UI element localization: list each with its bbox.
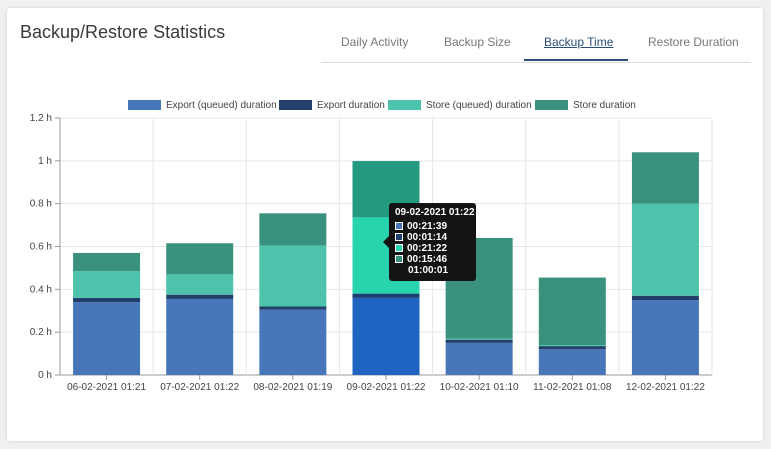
bar-segment[interactable] (259, 213, 327, 246)
tooltip-swatch (395, 222, 403, 230)
tooltip-row: 00:21:39 (395, 221, 447, 232)
bar-segment[interactable] (73, 252, 141, 272)
bar-segment[interactable] (445, 338, 513, 340)
tooltip-row: 00:21:22 (395, 243, 447, 254)
x-tick-label: 08-02-2021 01:19 (253, 382, 332, 393)
legend-swatch[interactable] (535, 100, 568, 110)
tooltip-title: 09-02-2021 01:22 (395, 207, 475, 218)
bar-segment[interactable] (166, 274, 234, 295)
bar-segment[interactable] (631, 203, 699, 296)
bar-segment[interactable] (445, 342, 513, 375)
tooltip-swatch (395, 244, 403, 252)
bar-segment[interactable] (352, 297, 420, 375)
legend-label[interactable]: Store duration (573, 100, 636, 111)
bar-segment[interactable] (538, 349, 606, 375)
tooltip-row: 00:01:14 (395, 232, 447, 243)
bar-segment[interactable] (631, 300, 699, 375)
bar-segment[interactable] (259, 245, 327, 307)
bar-segment[interactable] (538, 345, 606, 347)
y-tick-label: 0.4 h (30, 284, 52, 295)
bar-segment[interactable] (631, 152, 699, 204)
bar-segment[interactable] (166, 298, 234, 375)
bar-segment[interactable] (259, 309, 327, 375)
bar-segment[interactable] (166, 243, 234, 275)
bar-segment[interactable] (166, 294, 234, 299)
bar-segment[interactable] (445, 339, 513, 343)
tooltip-value: 00:15:46 (407, 254, 448, 265)
tooltip-total: 01:00:01 (408, 265, 449, 276)
y-tick-label: 0.8 h (30, 199, 52, 210)
legend-swatch[interactable] (128, 100, 161, 110)
y-tick-label: 1 h (38, 156, 52, 167)
tooltip-swatch (395, 255, 403, 263)
bar-segment[interactable] (538, 277, 606, 346)
tooltip-value: 00:21:39 (407, 221, 448, 232)
y-tick-label: 1.2 h (30, 113, 52, 124)
y-tick-label: 0.2 h (30, 327, 52, 338)
tooltip-row: 00:15:46 (395, 254, 447, 265)
x-tick-label: 11-02-2021 01:08 (533, 382, 612, 393)
tooltip-value: 00:01:14 (407, 232, 448, 243)
x-tick-label: 09-02-2021 01:22 (347, 382, 426, 393)
legend-swatch[interactable] (388, 100, 421, 110)
bar-segment[interactable] (259, 306, 327, 310)
legend-label[interactable]: Export duration (317, 100, 385, 111)
x-tick-label: 10-02-2021 01:10 (440, 382, 519, 393)
y-tick-label: 0 h (38, 370, 52, 381)
tooltip-arrow (383, 236, 389, 248)
bar-segment[interactable] (73, 297, 141, 303)
legend-swatch[interactable] (279, 100, 312, 110)
bar-segment[interactable] (73, 302, 141, 375)
x-tick-label: 06-02-2021 01:21 (67, 382, 146, 393)
bar-segment[interactable] (538, 346, 606, 350)
y-tick-label: 0.6 h (30, 242, 52, 253)
bar-segment[interactable] (631, 295, 699, 301)
legend-label[interactable]: Export (queued) duration (166, 100, 277, 111)
legend-label[interactable]: Store (queued) duration (426, 100, 532, 111)
x-tick-label: 07-02-2021 01:22 (160, 382, 239, 393)
tooltip-swatch (395, 233, 403, 241)
x-tick-label: 12-02-2021 01:22 (626, 382, 705, 393)
tooltip-value: 00:21:22 (407, 243, 448, 254)
bar-segment[interactable] (73, 271, 141, 298)
backup-time-chart: 0 h 0.2 h 0.4 h 0.6 h 0.8 h 1 h 1.2 h 06-02-202… (30, 100, 713, 393)
bar-segment[interactable] (352, 293, 420, 298)
chart-tooltip: 09-02-2021 01:22 00:21:39 00:01:14 00:21… (383, 203, 476, 281)
